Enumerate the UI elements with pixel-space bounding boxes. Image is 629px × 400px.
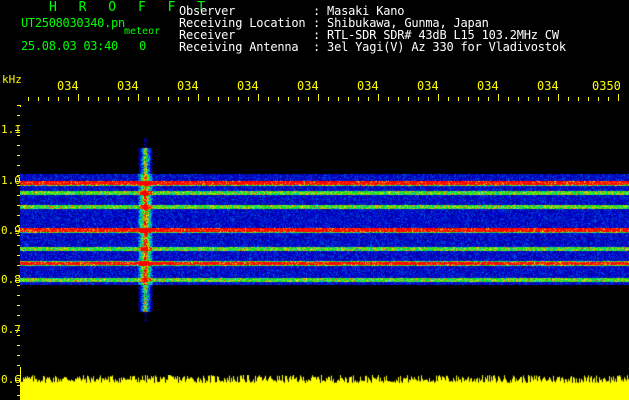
signal-strength-strip [20, 375, 629, 400]
meteor-count: 0 [139, 39, 147, 53]
metadata-key-antenna: Receiving Antenna [179, 40, 299, 54]
time-tick-label: 034 [117, 79, 139, 93]
time-tick-label: 034 [477, 79, 499, 93]
frequency-tick-label: 1.0 [1, 174, 21, 187]
frequency-tick-label: 0.9 [1, 224, 21, 237]
frequency-tick-label: 1.1 [1, 123, 21, 136]
time-tick-label: 034 [297, 79, 319, 93]
time-tick-label: 034 [537, 79, 559, 93]
frequency-tick-label: 0.6 [1, 373, 21, 386]
frequency-tick-label: 0.8 [1, 273, 21, 286]
time-tick-label: 0350 [592, 79, 621, 93]
time-tick-label: 034 [57, 79, 79, 93]
frequency-tick-label: 0.7 [1, 323, 21, 336]
image-filename: UT2508030340.pn [21, 16, 125, 30]
time-tick-label: 034 [177, 79, 199, 93]
metadata-value-antenna: : 3el Yagi(V) Az 330 for Vladivostok [313, 40, 566, 54]
time-tick-label: 034 [357, 79, 379, 93]
observation-datetime: 25.08.03 03:40 [21, 39, 118, 53]
time-tick-label: 034 [237, 79, 259, 93]
spectrogram [20, 107, 629, 367]
detection-label: meteor [124, 26, 161, 37]
hrofft-window: H R O F F T UT2508030340.pn meteor 25.08… [0, 0, 629, 400]
time-tick-label: 034 [417, 79, 439, 93]
frequency-unit-label: kHz [2, 73, 22, 86]
